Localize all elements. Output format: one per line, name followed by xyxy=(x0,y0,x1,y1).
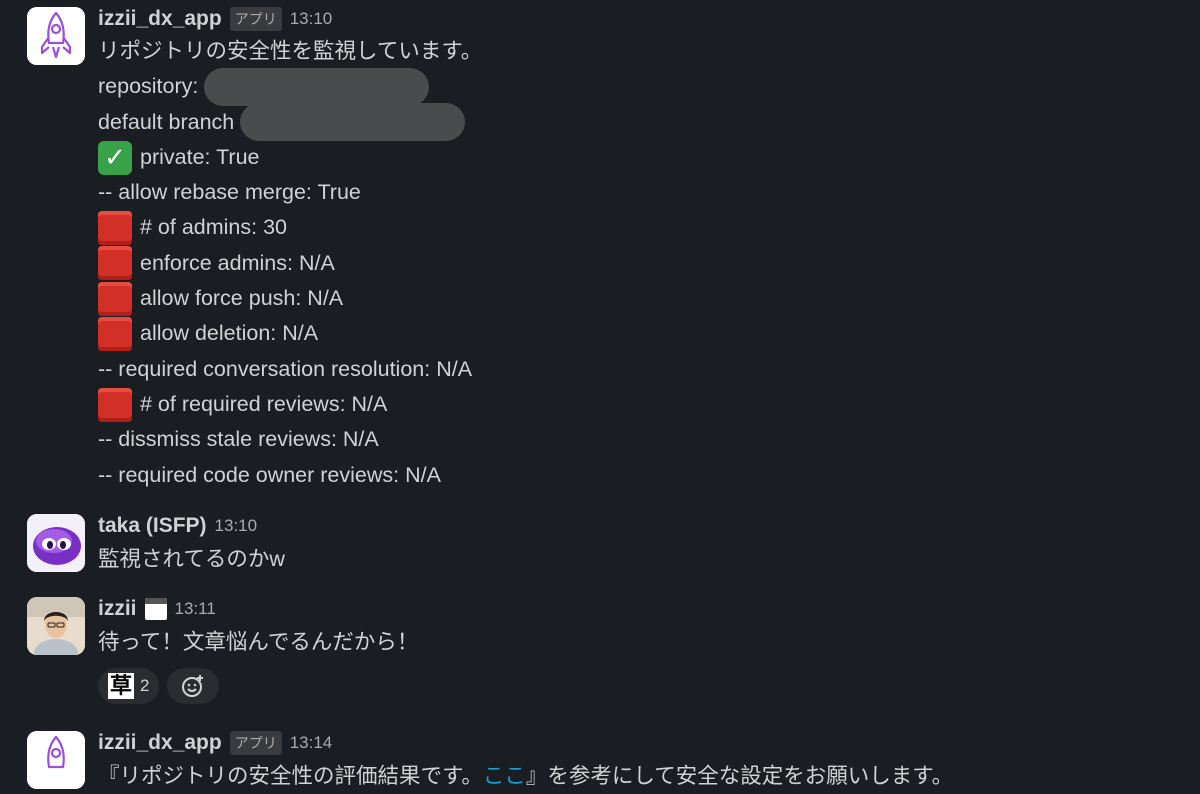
author-name[interactable]: izzii_dx_app xyxy=(98,7,222,31)
message-text: 『リポジトリの安全性の評価結果です。 ここ 』を参考にして安全な設定をお願いします。 xyxy=(98,759,1180,794)
message-line: -- dissmiss stale reviews: N/A xyxy=(98,427,379,452)
message-line: default branch xyxy=(98,103,1180,142)
message-line: allow deletion: N/A xyxy=(98,316,1180,352)
app-badge: アプリ xyxy=(229,731,282,755)
redacted-block xyxy=(204,67,430,106)
message-line: -- required conversation resolution: N/A xyxy=(98,356,473,381)
message-line: repository: xyxy=(98,67,1180,106)
default-branch-label: default branch xyxy=(98,109,235,134)
puyo-avatar-icon xyxy=(27,514,85,572)
line-text: allow force push: N/A xyxy=(140,286,344,311)
timestamp[interactable]: 13:10 xyxy=(215,516,258,536)
app-badge: アプリ xyxy=(229,7,282,31)
add-reaction-button[interactable] xyxy=(167,668,220,705)
red-square-icon xyxy=(98,246,132,281)
message-line: # of admins: 30 xyxy=(98,210,1180,246)
timestamp[interactable]: 13:10 xyxy=(290,9,333,29)
red-square-icon xyxy=(98,317,132,352)
line-text: # of required reviews: N/A xyxy=(140,391,388,416)
red-square-icon xyxy=(98,211,132,246)
red-square-icon xyxy=(98,281,132,316)
avatar[interactable] xyxy=(27,731,85,789)
message-line: ✓ private: True xyxy=(98,140,1180,175)
calendar-status-icon[interactable] xyxy=(144,598,167,620)
message-line: allow force push: N/A xyxy=(98,281,1180,316)
person-avatar-icon xyxy=(27,597,85,655)
kusa-emoji: 草 xyxy=(108,673,134,700)
line-text: private: True xyxy=(140,144,260,169)
avatar[interactable] xyxy=(27,514,85,572)
check-mark-icon: ✓ xyxy=(98,140,132,175)
line-text: # of admins: 30 xyxy=(140,215,288,240)
line-text: allow deletion: N/A xyxy=(140,321,319,346)
message-line: -- allow rebase merge: True xyxy=(98,180,361,205)
message-line: -- required code owner reviews: N/A xyxy=(98,462,441,487)
reaction-count: 2 xyxy=(140,676,150,696)
reaction-kusa[interactable]: 草 2 xyxy=(98,668,160,705)
add-emoji-icon xyxy=(182,675,204,698)
timestamp[interactable]: 13:11 xyxy=(175,599,216,619)
line-text: enforce admins: N/A xyxy=(140,250,335,275)
avatar[interactable] xyxy=(27,597,85,655)
repository-label: repository: xyxy=(98,74,199,99)
author-name[interactable]: izzii xyxy=(98,597,137,621)
author-name[interactable]: izzii_dx_app xyxy=(98,731,222,755)
message-line: リポジトリの安全性を監視しています。 xyxy=(98,39,483,63)
red-square-icon xyxy=(98,387,132,422)
message-text: 待って！文章悩んでるんだから！ xyxy=(98,630,419,654)
timestamp[interactable]: 13:14 xyxy=(290,733,333,753)
rocket-icon xyxy=(27,731,85,789)
text-suffix: 』を参考にして安全な設定をお願いします。 xyxy=(525,764,954,788)
message-line: # of required reviews: N/A xyxy=(98,387,1180,422)
redacted-block xyxy=(240,103,466,142)
text-prefix: 『リポジトリの安全性の評価結果です。 xyxy=(98,764,483,788)
author-name[interactable]: taka (ISFP) xyxy=(98,514,207,538)
link[interactable]: ここ xyxy=(483,759,526,794)
message-text: 監視されてるのかw xyxy=(98,547,285,571)
message-line: enforce admins: N/A xyxy=(98,246,1180,281)
avatar[interactable] xyxy=(27,7,85,65)
rocket-icon xyxy=(27,7,85,65)
